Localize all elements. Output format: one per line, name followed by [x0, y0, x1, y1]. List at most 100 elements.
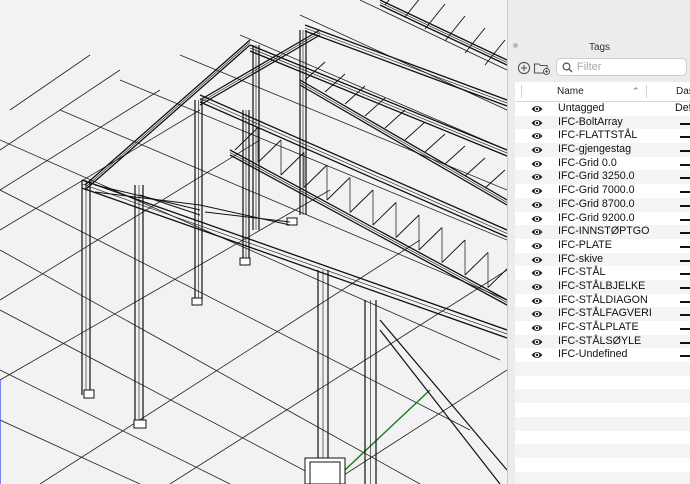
column-dashes-header[interactable]: Das [676, 86, 690, 97]
model-edge [404, 121, 426, 141]
tag-row[interactable]: IFC-PLATE [515, 239, 690, 253]
add-folder-button[interactable] [533, 59, 551, 77]
chevron-up-icon[interactable]: ⌃ [632, 86, 640, 97]
base-plate [133, 419, 147, 429]
tag-name: IFC-Grid 7000.0 [558, 184, 635, 197]
eye-icon[interactable] [531, 350, 543, 360]
tag-row[interactable]: IFC-skive [515, 252, 690, 267]
model-edge [344, 85, 366, 105]
eye-icon[interactable] [531, 214, 543, 224]
eye-icon[interactable] [531, 131, 543, 141]
tag-row[interactable]: IFC-STÅLFAGVERI [515, 307, 690, 321]
model-edge [229, 154, 507, 306]
empty-row [515, 403, 690, 417]
tag-row[interactable]: IFC-STÅLDIAGON [515, 294, 690, 308]
tag-row[interactable]: IFC-STÅLPLATE [515, 321, 690, 335]
tag-name: IFC-STÅLDIAGON [558, 293, 648, 306]
tag-row[interactable]: IFC-Grid 3250.0 [515, 170, 690, 185]
empty-row [515, 471, 690, 484]
eye-icon[interactable] [531, 200, 543, 210]
dash-line-icon [680, 204, 690, 207]
empty-row [515, 444, 690, 458]
dash-line-icon [680, 150, 690, 153]
eye-icon[interactable] [531, 282, 543, 292]
dash-line-icon [680, 191, 690, 194]
grid-line [0, 419, 141, 484]
tag-name: IFC-Grid 0.0 [558, 156, 617, 169]
tag-row[interactable]: IFC-STÅLBJELKE [515, 279, 690, 294]
tag-name: IFC-STÅLPLATE [558, 321, 639, 333]
grid-line [169, 269, 507, 484]
model-edge [304, 27, 507, 104]
eye-icon[interactable] [531, 323, 543, 333]
search-icon [562, 62, 573, 73]
grid-line [0, 139, 261, 301]
model-edge [204, 211, 291, 223]
model-edge [304, 30, 507, 107]
column-divider [521, 85, 522, 98]
tag-row[interactable]: IFC-FLATTSTÅL [515, 129, 690, 143]
model-edge [484, 39, 506, 66]
empty-row [515, 431, 690, 445]
tag-name: IFC-STÅLBJELKE [558, 279, 646, 292]
model-edge [234, 127, 259, 151]
model-edge [384, 109, 406, 129]
plus-circle-icon [517, 61, 531, 75]
tag-row[interactable]: IFC-gjengestag [515, 143, 690, 157]
folder-plus-icon [533, 63, 550, 75]
model-edge [424, 3, 446, 30]
model-edge [444, 145, 466, 165]
column-name-header[interactable]: Name [557, 86, 584, 97]
model-edge [379, 329, 501, 484]
eye-icon[interactable] [531, 255, 543, 265]
eye-icon[interactable] [531, 309, 543, 319]
grid-line [39, 239, 421, 484]
base-plate [83, 389, 95, 399]
model-edge [464, 157, 486, 177]
eye-icon[interactable] [531, 159, 543, 169]
grid-line [0, 69, 121, 151]
tag-name: IFC-PLATE [558, 238, 612, 251]
tag-row[interactable]: Untagged Defa [515, 102, 690, 116]
model-edge [326, 177, 351, 201]
eye-icon[interactable] [531, 172, 543, 182]
eye-icon[interactable] [531, 296, 543, 306]
eye-icon[interactable] [531, 104, 543, 114]
tag-row[interactable]: IFC-Undefined [515, 348, 690, 362]
tag-row[interactable]: IFC-BoltArray [515, 115, 690, 130]
model-edge [364, 97, 386, 117]
dash-line-icon [680, 355, 690, 358]
empty-row [515, 376, 690, 390]
tag-name: IFC-skive [558, 252, 604, 265]
eye-icon[interactable] [531, 145, 543, 155]
steel-frame-model[interactable] [0, 0, 507, 484]
tag-row[interactable]: IFC-Grid 8700.0 [515, 197, 690, 212]
model-edge [424, 133, 446, 153]
add-tag-button[interactable] [515, 59, 533, 77]
filter-input[interactable] [577, 60, 682, 74]
model-edge [372, 202, 397, 226]
filter-field[interactable] [556, 58, 687, 76]
base-plate [239, 257, 251, 266]
model-edge [379, 0, 507, 61]
model-viewport[interactable] [0, 0, 507, 484]
tag-row[interactable]: IFC-STÅLSØYLE [515, 334, 690, 349]
eye-icon[interactable] [531, 268, 543, 278]
grid-line [0, 369, 231, 484]
tags-rows: UntaggedDefaIFC-BoltArrayIFC-FLATTSTÅLIF… [515, 102, 690, 484]
tag-row[interactable]: IFC-Grid 9200.0 [515, 212, 690, 226]
tag-row[interactable]: IFC-INNSTØPTGO [515, 225, 690, 239]
eye-icon[interactable] [531, 186, 543, 196]
dash-line-icon [680, 273, 690, 276]
tag-name: IFC-STÅLFAGVERI [558, 307, 652, 320]
tag-row[interactable]: IFC-Grid 7000.0 [515, 184, 690, 198]
tag-name: IFC-Undefined [558, 348, 628, 361]
tag-row[interactable]: IFC-Grid 0.0 [515, 157, 690, 171]
tag-row[interactable]: IFC-STÅL [515, 266, 690, 280]
tag-name: IFC-STÅLSØYLE [558, 334, 642, 347]
eye-icon[interactable] [531, 241, 543, 251]
eye-icon[interactable] [531, 118, 543, 128]
tag-name: IFC-Grid 8700.0 [558, 197, 635, 210]
eye-icon[interactable] [531, 227, 543, 237]
eye-icon[interactable] [531, 337, 543, 347]
